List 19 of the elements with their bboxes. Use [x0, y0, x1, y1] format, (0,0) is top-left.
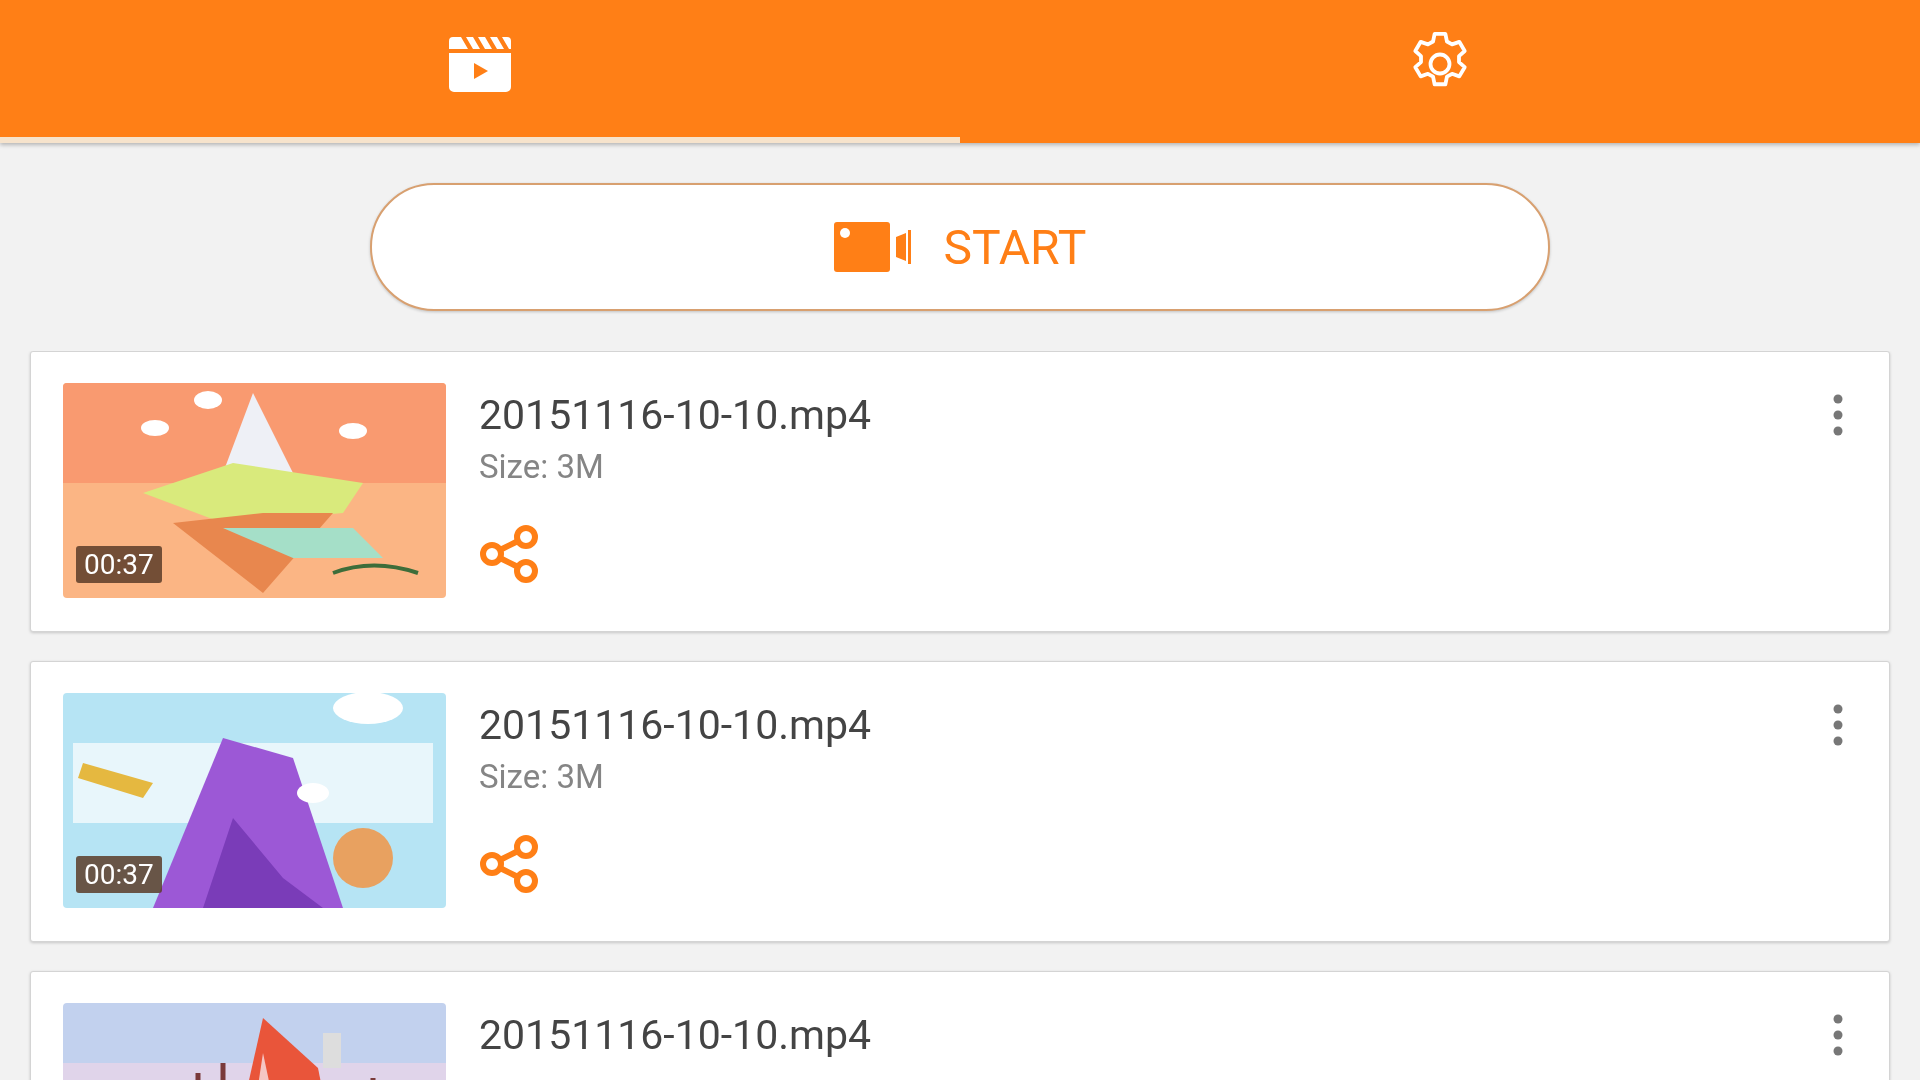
more-icon	[1833, 394, 1843, 436]
video-name: 20151116-10-10.mp4	[479, 391, 871, 439]
video-name: 20151116-10-10.mp4	[479, 1011, 871, 1059]
video-camera-icon	[833, 222, 912, 272]
video-card[interactable]: 00:37 20151116-10-10.mp4 Size: 3M	[30, 351, 1890, 632]
more-icon	[1833, 1014, 1843, 1056]
duration-label: 00:37	[76, 856, 162, 893]
video-size: Size: 3M	[479, 757, 604, 796]
duration-label: 00:37	[76, 546, 162, 583]
share-icon	[479, 524, 539, 584]
video-card[interactable]: 00:37 20151116-10-10.mp4 Size: 3M	[30, 661, 1890, 942]
clapperboard-icon	[449, 34, 511, 93]
video-name: 20151116-10-10.mp4	[479, 701, 871, 749]
more-icon	[1833, 704, 1843, 746]
share-button[interactable]	[479, 834, 539, 894]
share-icon	[479, 834, 539, 894]
video-card[interactable]: 20151116-10-10.mp4	[30, 971, 1890, 1080]
share-button[interactable]	[479, 524, 539, 584]
video-size: Size: 3M	[479, 447, 604, 486]
